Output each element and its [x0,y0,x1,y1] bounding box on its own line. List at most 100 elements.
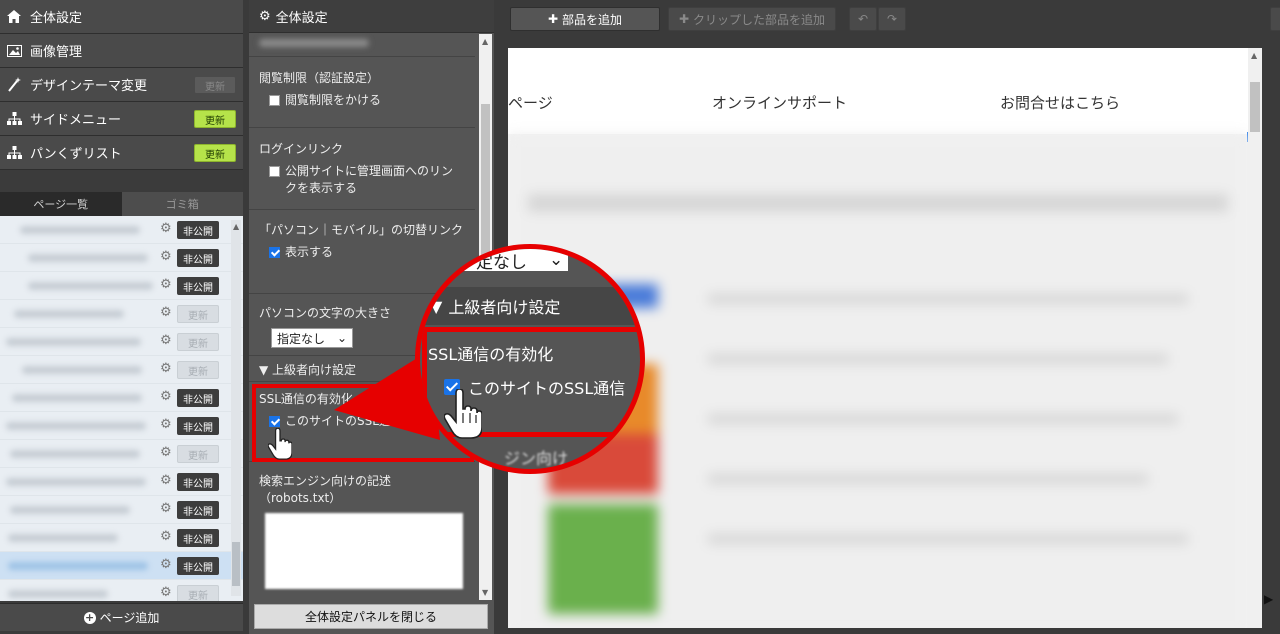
font-size-select[interactable]: 指定なし ⌄ [271,328,353,348]
add-part-button[interactable]: ✚ 部品を追加 [510,7,660,31]
status-button[interactable]: 非公開 [177,249,219,267]
status-button[interactable]: 非公開 [177,501,219,519]
gear-icon[interactable]: ⚙ [160,446,174,460]
nav-breadcrumb[interactable]: パンくずリスト 更新 [0,136,243,170]
gear-icon[interactable]: ⚙ [160,306,174,320]
list-item[interactable]: ⚙ 更新 [0,300,243,328]
gear-icon[interactable]: ⚙ [160,502,174,516]
scroll-up-arrow-icon[interactable]: ▲ [482,37,488,46]
list-item[interactable]: ⚙ 更新 [0,356,243,384]
nav-item[interactable]: オンラインサポート [712,92,847,113]
gear-icon[interactable]: ⚙ [160,222,174,236]
redo-button[interactable]: ↷ [878,7,906,31]
nav-label: 画像管理 [30,45,83,60]
status-button[interactable]: 更新 [177,305,219,323]
list-item-selected[interactable]: ⚙ 非公開 [0,552,243,580]
list-item[interactable]: ⚙ 非公開 [0,412,243,440]
button-label: クリップした部品を追加 [693,12,826,27]
list-item[interactable]: ⚙ 非公開 [0,272,243,300]
toolbar: ✚ 部品を追加 ✚ クリップした部品を追加 ↶ ↷ [500,0,1280,38]
checkbox-box[interactable] [269,247,280,258]
list-item[interactable]: ⚙ 更新 [0,580,243,601]
list-item[interactable]: ⚙ 非公開 [0,468,243,496]
scroll-up-arrow-icon[interactable]: ▲ [233,222,239,231]
nav-item[interactable]: ページ [508,92,553,113]
access-restrict-checkbox[interactable]: 閲覧制限をかける [259,92,475,109]
list-item[interactable]: ⚙ 非公開 [0,524,243,552]
gear-icon[interactable]: ⚙ [160,278,174,292]
play-arrow-icon[interactable]: ▶ [1264,592,1273,606]
panel-header: ⚙ 全体設定 [249,0,494,33]
list-item[interactable]: ⚙ 非公開 [0,216,243,244]
tab-page-list[interactable]: ページ一覧 [0,192,122,216]
zoom-magnifier: 定なし ⌄ ▼ 上級者向け設定 SSL通信の有効化 このサイトのSSL通信 ジン向け [415,244,645,474]
scroll-thumb[interactable] [232,542,240,586]
scroll-up-arrow-icon[interactable]: ▲ [1251,51,1257,60]
gear-icon[interactable]: ⚙ [160,362,174,376]
section-robots: 検索エンジン向けの記述 （robots.txt） [249,464,475,600]
checkbox-box[interactable] [269,95,280,106]
checkbox-box[interactable] [269,166,280,177]
zoom-select: 定なし ⌄ [440,249,568,273]
close-panel-button[interactable]: 全体設定パネルを閉じる [254,604,488,629]
status-button[interactable]: 更新 [177,445,219,463]
gear-icon[interactable]: ⚙ [160,558,174,572]
undo-icon: ↶ [857,12,869,26]
gear-icon[interactable]: ⚙ [160,390,174,404]
zoom-advanced: ▼ 上級者向け設定 [420,287,640,325]
undo-button[interactable]: ↶ [849,7,877,31]
section-title: 閲覧制限（認証設定） [259,71,380,85]
list-item[interactable]: ⚙ 更新 [0,440,243,468]
add-clipped-part-button[interactable]: ✚ クリップした部品を追加 [668,7,836,31]
gear-icon[interactable]: ⚙ [160,474,174,488]
login-link-checkbox[interactable]: 公開サイトに管理画面へのリンクを表示する [259,163,459,197]
add-page-button[interactable]: + ページ追加 [0,603,243,631]
status-button[interactable]: 更新 [177,361,219,379]
status-button[interactable]: 更新 [177,585,219,601]
toolbar-button-edge[interactable] [1270,7,1280,31]
chevron-down-icon: ⌄ [336,331,347,345]
pointer-hand-icon [268,428,292,460]
zoom-select-value: 定なし [476,252,527,273]
robots-textarea[interactable] [265,513,463,589]
zoom-checkbox-label: このサイトのSSL通信 [468,379,626,398]
scroll-thumb[interactable] [1250,82,1260,132]
gear-icon[interactable]: ⚙ [160,586,174,600]
list-item[interactable]: ⚙ 非公開 [0,384,243,412]
nav-design-theme[interactable]: デザインテーマ変更 更新 [0,68,243,102]
update-button-design[interactable]: 更新 [194,76,236,94]
gear-icon[interactable]: ⚙ [160,530,174,544]
nav-item[interactable]: お問合せはこちら [1000,92,1120,113]
scroll-thumb[interactable] [481,104,490,264]
status-button[interactable]: 非公開 [177,389,219,407]
page-list-scrollbar[interactable]: ▲ [231,220,241,596]
status-button[interactable]: 非公開 [177,277,219,295]
gear-icon[interactable]: ⚙ [160,334,174,348]
section-title: 「パソコン｜モバイル」の切替リンク [259,223,464,237]
update-button-breadcrumb[interactable]: 更新 [194,144,236,162]
status-button[interactable]: 非公開 [177,221,219,239]
nav-global-settings[interactable]: 全体設定 [0,0,243,34]
status-button[interactable]: 非公開 [177,557,219,575]
gear-icon[interactable]: ⚙ [160,418,174,432]
gear-icon[interactable]: ⚙ [160,250,174,264]
status-button[interactable]: 非公開 [177,529,219,547]
nav-image-management[interactable]: 画像管理 [0,34,243,68]
list-item[interactable]: ⚙ 非公開 [0,244,243,272]
list-item[interactable]: ⚙ 非公開 [0,496,243,524]
left-sidebar: 全体設定 画像管理 デザインテーマ変更 更新 サイドメニュー 更新 パンくずリス… [0,0,243,634]
status-button[interactable]: 非公開 [177,473,219,491]
nav-side-menu[interactable]: サイドメニュー 更新 [0,102,243,136]
section-login-link: ログインリンク 公開サイトに管理画面へのリンクを表示する [249,130,475,210]
tab-trash[interactable]: ゴミ箱 [121,192,243,216]
plus-circle-icon: + [83,610,96,624]
preview-scrollbar[interactable]: ▲ [1248,48,1262,628]
nav-label: サイドメニュー [30,113,122,128]
section-subtitle: （robots.txt） [259,491,342,505]
status-button[interactable]: 非公開 [177,417,219,435]
update-button-side-menu[interactable]: 更新 [194,110,236,128]
pointer-hand-icon [444,389,482,439]
scroll-down-arrow-icon[interactable]: ▼ [482,588,488,597]
status-button[interactable]: 更新 [177,333,219,351]
list-item[interactable]: ⚙ 更新 [0,328,243,356]
